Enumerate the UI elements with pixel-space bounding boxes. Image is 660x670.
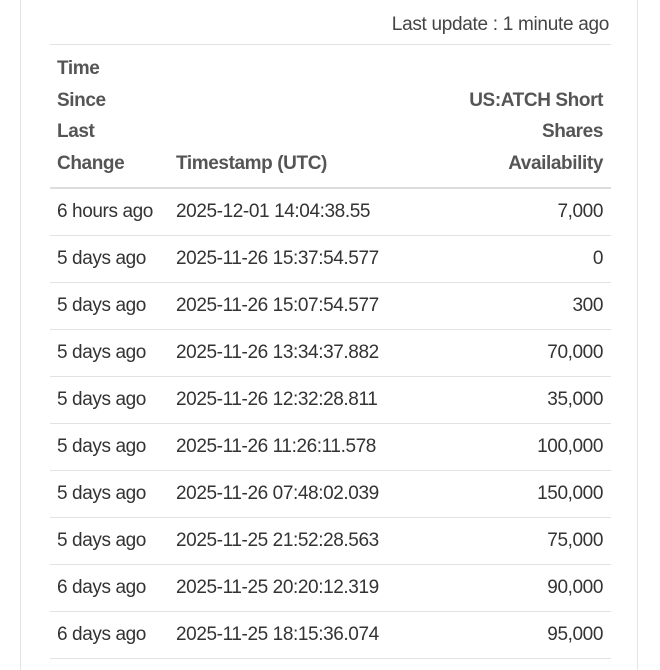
cell-time-since: 5 days ago [50,235,169,283]
table-row: 6 hours ago 2025-12-01 14:04:38.55 7,000 [50,188,611,236]
header-since-line: Last [57,121,95,142]
cell-time-since: 6 hours ago [50,188,169,236]
header-timestamp[interactable]: Timestamp (UTC) [169,44,419,189]
cell-time-since: 5 days ago [50,282,169,330]
table-row: 5 days ago 2025-11-26 07:48:02.039 150,0… [50,470,611,518]
table-row: 5 days ago 2025-11-25 21:52:28.563 75,00… [50,517,611,565]
cell-timestamp: 2025-11-26 07:48:02.039 [169,470,419,518]
cell-timestamp: 2025-11-26 15:37:54.577 [169,235,419,283]
cell-time-since: 6 days ago [50,611,169,659]
short-shares-table: Time Since Last Change Timestamp (UTC) U… [50,44,611,659]
table-row: 5 days ago 2025-11-26 12:32:28.811 35,00… [50,376,611,424]
table-row: 5 days ago 2025-11-26 11:26:11.578 100,0… [50,423,611,471]
header-shares-line: US:ATCH Short Shares [469,89,603,143]
cell-shares-available: 95,000 [419,611,611,659]
table-body: 6 hours ago 2025-12-01 14:04:38.55 7,000… [50,188,611,659]
cell-timestamp: 2025-11-25 20:20:12.319 [169,564,419,612]
cell-shares-available: 0 [419,235,611,283]
cell-time-since: 5 days ago [50,329,169,377]
table-header: Time Since Last Change Timestamp (UTC) U… [50,44,611,189]
cell-shares-available: 70,000 [419,329,611,377]
table-row: 6 days ago 2025-11-25 20:20:12.319 90,00… [50,564,611,612]
cell-shares-available: 100,000 [419,423,611,471]
cell-shares-available: 90,000 [419,564,611,612]
table-row: 5 days ago 2025-11-26 13:34:37.882 70,00… [50,329,611,377]
short-availability-panel: Last update : 1 minute ago Time Since La… [20,0,638,670]
cell-timestamp: 2025-12-01 14:04:38.55 [169,188,419,236]
cell-time-since: 6 days ago [50,564,169,612]
cell-timestamp: 2025-11-26 15:07:54.577 [169,282,419,330]
header-since-line: Time [57,58,100,79]
table-row: 5 days ago 2025-11-26 15:07:54.577 300 [50,282,611,330]
header-since-line: Change [57,152,125,174]
cell-timestamp: 2025-11-26 12:32:28.811 [169,376,419,424]
last-update-text: Last update : 1 minute ago [391,14,610,35]
cell-timestamp: 2025-11-26 11:26:11.578 [169,423,419,471]
cell-shares-available: 150,000 [419,470,611,518]
cell-shares-available: 300 [419,282,611,330]
cell-time-since: 5 days ago [50,517,169,565]
cell-shares-available: 35,000 [419,376,611,424]
header-short-shares-availability[interactable]: US:ATCH Short Shares Availability [419,44,611,189]
cell-time-since: 5 days ago [50,423,169,471]
cell-shares-available: 7,000 [419,188,611,236]
header-since-line: Since [57,89,106,111]
header-time-since-last-change[interactable]: Time Since Last Change [50,44,169,189]
header-row: Time Since Last Change Timestamp (UTC) U… [50,44,611,189]
cell-timestamp: 2025-11-25 21:52:28.563 [169,517,419,565]
table-row: 5 days ago 2025-11-26 15:37:54.577 0 [50,235,611,283]
cell-shares-available: 75,000 [419,517,611,565]
cell-time-since: 5 days ago [50,376,169,424]
header-timestamp-label: Timestamp (UTC) [176,152,327,174]
cell-timestamp: 2025-11-25 18:15:36.074 [169,611,419,659]
cell-timestamp: 2025-11-26 13:34:37.882 [169,329,419,377]
table-row: 6 days ago 2025-11-25 18:15:36.074 95,00… [50,611,611,659]
header-shares-line: Availability [508,152,603,174]
cell-time-since: 5 days ago [50,470,169,518]
